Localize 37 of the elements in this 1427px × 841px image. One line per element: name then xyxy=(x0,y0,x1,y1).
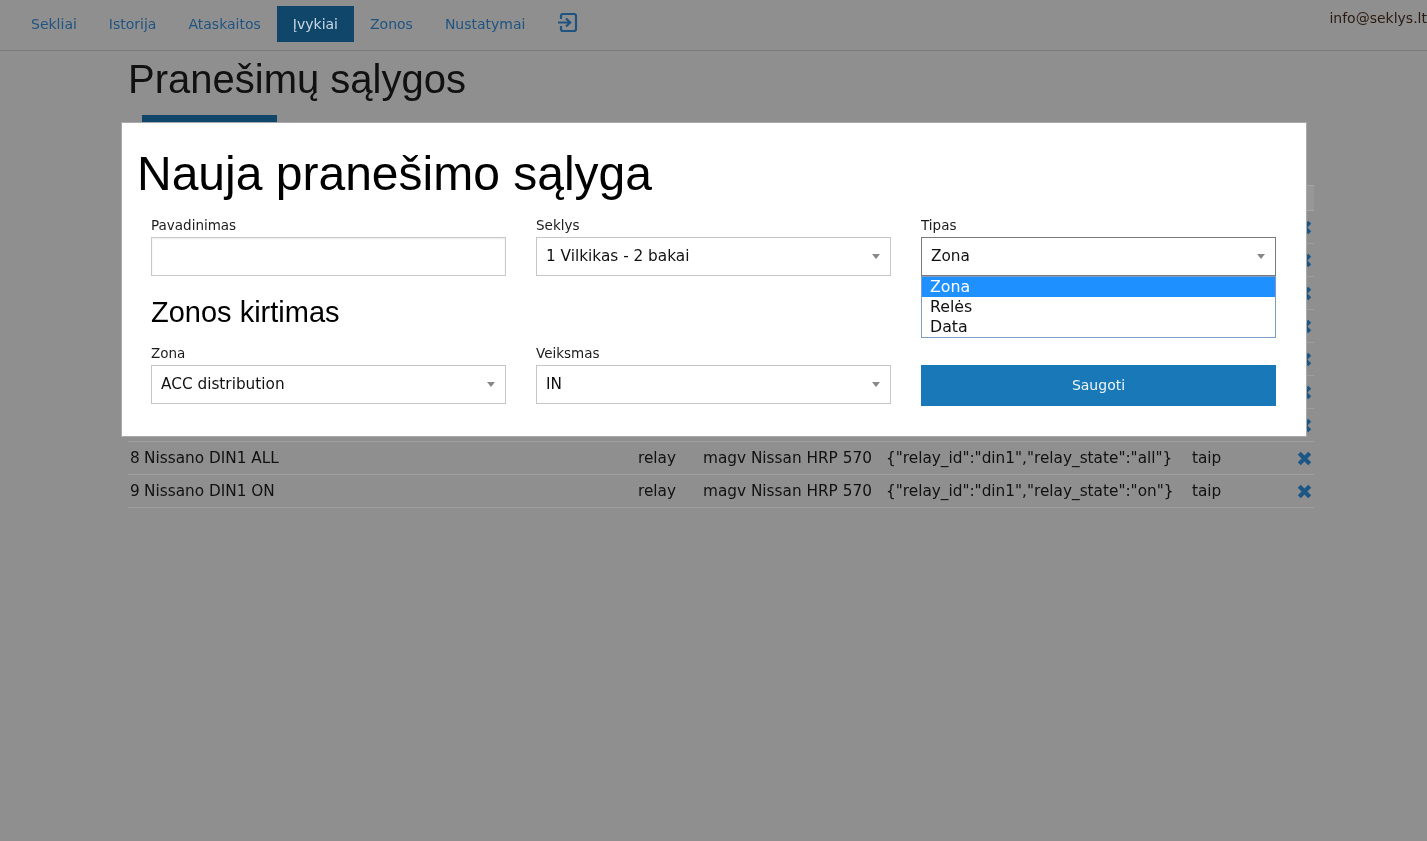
table-cell: taip xyxy=(1190,441,1234,475)
nav-tab[interactable]: Įvykiai xyxy=(276,6,354,42)
field-label: Seklys xyxy=(536,216,581,235)
delete-icon[interactable] xyxy=(1297,450,1312,466)
table-cell: magv Nissan HRP 570 xyxy=(701,441,884,475)
table-cell: relay xyxy=(636,474,701,508)
field-label: Tipas xyxy=(921,216,958,235)
user-email: info@seklys.lt xyxy=(1329,9,1427,28)
caret-icon xyxy=(872,254,880,259)
save-button[interactable]: Saugoti xyxy=(921,365,1276,406)
table-cell: Nissano DIN1 ON xyxy=(142,474,636,508)
logout-icon[interactable] xyxy=(557,12,579,33)
select-field[interactable]: ACC distribution xyxy=(151,365,506,404)
table-cell: 8 xyxy=(128,441,142,475)
table-cell: Nissano DIN1 ALL xyxy=(142,441,636,475)
section-title: Zonos kirtimas xyxy=(151,295,341,330)
field-label: Zona xyxy=(151,344,187,363)
caret-icon xyxy=(872,382,880,387)
table-cell: magv Nissan HRP 570 xyxy=(701,474,884,508)
table-cell: taip xyxy=(1190,474,1234,508)
dropdown-option[interactable]: Relės xyxy=(922,297,1275,317)
table-cell: 9 xyxy=(128,474,142,508)
delete-icon[interactable] xyxy=(1297,483,1312,499)
table-cell: {"relay_id":"din1","relay_state":"all"} xyxy=(884,441,1190,475)
select-field[interactable]: Zona xyxy=(921,237,1276,276)
text-field[interactable] xyxy=(151,237,506,276)
page-title: Pranešimų sąlygos xyxy=(128,57,467,101)
table-cell: {"relay_id":"din1","relay_state":"on"} xyxy=(884,474,1190,508)
field-label: Veiksmas xyxy=(536,344,601,363)
dropdown-option[interactable]: Data xyxy=(922,317,1275,337)
table-cell: relay xyxy=(636,441,701,475)
select-field[interactable]: IN xyxy=(536,365,891,404)
select-field[interactable]: 1 Vilkikas - 2 bakai xyxy=(536,237,891,276)
field-label: Pavadinimas xyxy=(151,216,238,235)
modal-title: Nauja pranešimo sąlyga xyxy=(137,147,653,200)
caret-icon xyxy=(1257,254,1265,259)
caret-icon xyxy=(487,382,495,387)
